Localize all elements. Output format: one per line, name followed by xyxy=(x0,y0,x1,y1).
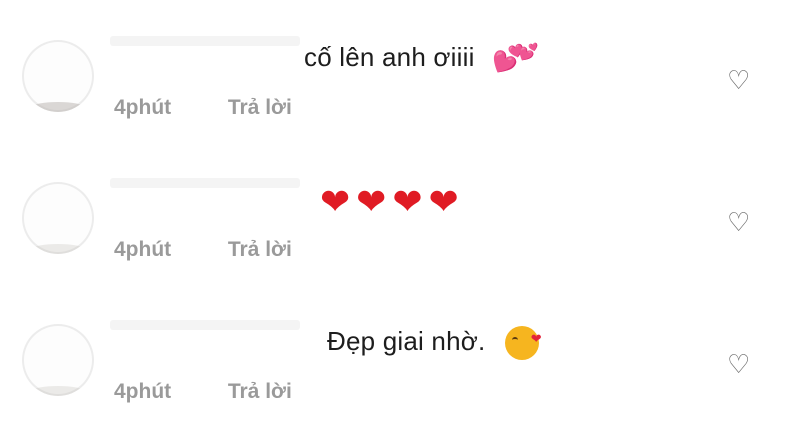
heart-outline-icon[interactable]: ♡ xyxy=(727,352,750,378)
comment-meta: 4phút Trả lời xyxy=(114,96,292,120)
face-blowing-kiss-icon xyxy=(504,326,542,361)
two-hearts-icon: 💕💕 xyxy=(492,42,539,75)
comment-item: cố lên anh ơiiii 💕💕 4phút Trả lời ♡ xyxy=(0,28,800,158)
comment-item: Đẹp giai nhờ. 4phút Trả lời ♡ xyxy=(0,312,800,442)
heart-outline-icon[interactable]: ♡ xyxy=(727,210,750,236)
red-heart-icon: ❤❤❤❤ xyxy=(320,182,465,223)
reply-link[interactable]: Trả lời xyxy=(228,238,292,261)
username-redacted[interactable] xyxy=(110,178,300,188)
avatar[interactable] xyxy=(22,40,94,112)
comment-body: cố lên anh ơiiii xyxy=(304,42,475,72)
username-redacted[interactable] xyxy=(110,320,300,330)
comment-meta: 4phút Trả lời xyxy=(114,238,292,262)
comment-time: 4phút xyxy=(114,238,172,261)
comment-text: cố lên anh ơiiii 💕💕 xyxy=(304,42,539,74)
comment-meta: 4phút Trả lời xyxy=(114,380,292,404)
heart-outline-icon[interactable]: ♡ xyxy=(727,68,750,94)
comment-body: Đẹp giai nhờ. xyxy=(327,326,486,356)
avatar[interactable] xyxy=(22,324,94,396)
comment-text: Đẹp giai nhờ. xyxy=(327,326,542,361)
comment-time: 4phút xyxy=(114,96,172,119)
username-redacted[interactable] xyxy=(110,36,300,46)
comment-item: ❤❤❤❤ 4phút Trả lời ♡ xyxy=(0,170,800,300)
comment-time: 4phút xyxy=(114,380,172,403)
avatar[interactable] xyxy=(22,182,94,254)
reply-link[interactable]: Trả lời xyxy=(228,96,292,119)
reply-link[interactable]: Trả lời xyxy=(228,380,292,403)
